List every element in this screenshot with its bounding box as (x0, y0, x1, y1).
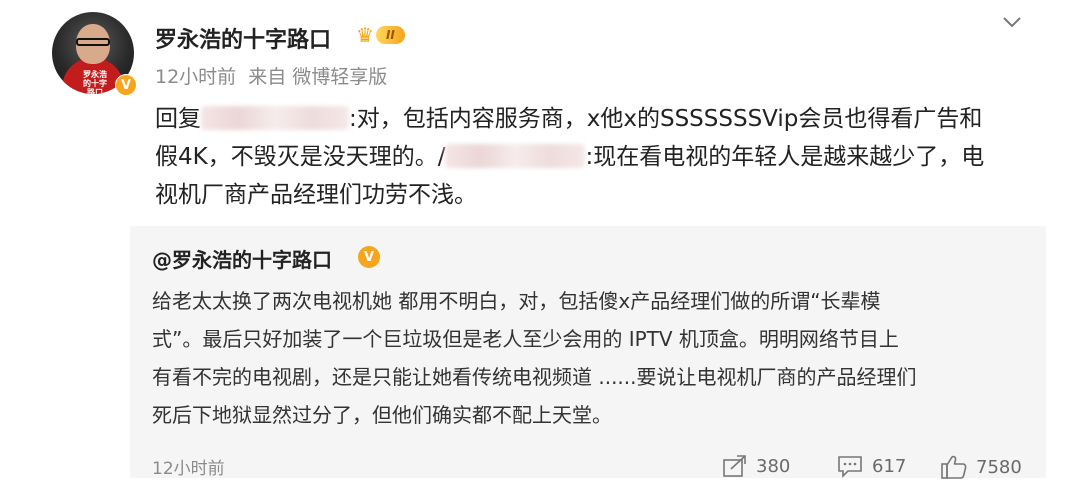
post-source[interactable]: 来自 微博轻享版 (248, 66, 387, 88)
post-text-part: 视机厂商产品经理们功劳不浅。 (155, 182, 477, 208)
redacted-username (201, 106, 349, 130)
repost-text: 给老太太换了两次电视机她 都用不明白，对，包括傻x产品经理们做的所谓“长辈模 式… (152, 282, 1032, 434)
avatar-glasses (76, 38, 110, 46)
vip-level: II (375, 26, 405, 44)
repost-line: 有看不完的电视剧，还是只能让她看传统电视频道 ......要说让电视机厂商的产品… (152, 365, 917, 389)
post-text-part: 假4K，不毁灭是没天理的。/ (155, 144, 446, 170)
repost-line: 给老太太换了两次电视机她 都用不明白，对，包括傻x产品经理们做的所谓“长辈模 (152, 289, 881, 313)
repost-username[interactable]: @罗永浩的十字路口 (152, 244, 332, 273)
crown-icon: ♛ (356, 23, 374, 47)
post-username[interactable]: 罗永浩的十字路口 (155, 22, 331, 54)
post-text-part: 回复 (155, 106, 201, 132)
post-meta: 12小时前 来自 微博轻享版 (155, 62, 393, 89)
redacted-username (445, 144, 586, 168)
verified-v-icon: V (116, 75, 136, 95)
comment-count: 617 (872, 455, 907, 477)
post-text: 回复 :对，包括内容服务商，x他x的SSSSSSSVip会员也得看广告和 假4K，… (155, 100, 1035, 214)
vip-badge[interactable]: ♛ II (356, 25, 405, 45)
post-text-part: :对，包括内容服务商，x他x的SSSSSSSVip会员也得看广告和 (349, 106, 983, 132)
repost-line: 式”。最后只好加装了一个巨垃圾但是老人至少会用的 IPTV 机顶盒。明明网络节目… (152, 327, 899, 351)
thumbs-up-icon (941, 455, 967, 479)
repost-count: 380 (756, 455, 791, 477)
comment-icon (838, 456, 862, 478)
verified-v-icon: V (358, 246, 380, 268)
post-text-part: :现在看电视的年轻人是越来越少了，电 (585, 144, 985, 170)
like-count: 7580 (976, 456, 1022, 478)
repost-card[interactable]: @罗永浩的十字路口 V 给老太太换了两次电视机她 都用不明白，对，包括傻x产品经… (130, 226, 1046, 480)
chevron-down-icon[interactable] (1000, 10, 1024, 34)
share-icon (723, 455, 746, 477)
comment-button[interactable]: 617 (836, 454, 906, 478)
repost-time[interactable]: 12小时前 (152, 454, 225, 479)
like-button[interactable]: 7580 (940, 454, 1022, 480)
repost-button[interactable]: 380 (722, 454, 790, 478)
avatar-caption: 罗永浩的十字路口 (83, 70, 107, 94)
repost-line: 死后下地狱显然过分了，但他们确实都不配上天堂。 (152, 403, 612, 427)
post-time[interactable]: 12小时前 (155, 66, 236, 88)
verified-badge: V (115, 74, 137, 96)
